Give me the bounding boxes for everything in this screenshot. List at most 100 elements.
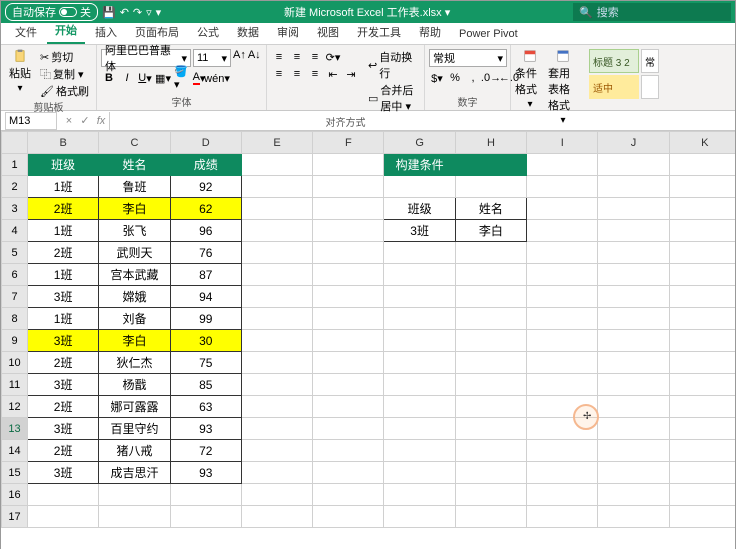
cell-G16[interactable] xyxy=(384,484,455,506)
cell-E6[interactable] xyxy=(241,264,312,286)
cell-I7[interactable] xyxy=(527,286,598,308)
indent-increase-icon[interactable]: ⇥ xyxy=(343,66,359,82)
cell-B5[interactable]: 2班 xyxy=(28,242,99,264)
row-header-9[interactable]: 9 xyxy=(2,330,28,352)
cell-G4[interactable]: 3班 xyxy=(384,220,455,242)
cell-D6[interactable]: 87 xyxy=(170,264,241,286)
cell-B16[interactable] xyxy=(28,484,99,506)
cell-E4[interactable] xyxy=(241,220,312,242)
cell-I14[interactable] xyxy=(527,440,598,462)
cell-C14[interactable]: 猪八戒 xyxy=(99,440,170,462)
cell-I10[interactable] xyxy=(527,352,598,374)
cell-D5[interactable]: 76 xyxy=(170,242,241,264)
cell-C16[interactable] xyxy=(99,484,170,506)
cell-H10[interactable] xyxy=(455,352,526,374)
cell-H7[interactable] xyxy=(455,286,526,308)
cell-H1[interactable] xyxy=(455,154,526,176)
cell-K6[interactable] xyxy=(669,264,735,286)
row-header-8[interactable]: 8 xyxy=(2,308,28,330)
cell-D14[interactable]: 72 xyxy=(170,440,241,462)
column-header-B[interactable]: B xyxy=(28,132,99,154)
cell-F7[interactable] xyxy=(313,286,384,308)
row-header-3[interactable]: 3 xyxy=(2,198,28,220)
format-painter-button[interactable]: 🖌 格式刷 xyxy=(38,83,91,99)
cell-F15[interactable] xyxy=(313,462,384,484)
cell-B7[interactable]: 3班 xyxy=(28,286,99,308)
cell-K3[interactable] xyxy=(669,198,735,220)
decrease-font-icon[interactable]: A↓ xyxy=(248,49,261,67)
tab-数据[interactable]: 数据 xyxy=(229,20,267,44)
column-header-D[interactable]: D xyxy=(170,132,241,154)
row-header-2[interactable]: 2 xyxy=(2,176,28,198)
cell-C10[interactable]: 狄仁杰 xyxy=(99,352,170,374)
cell-D12[interactable]: 63 xyxy=(170,396,241,418)
cell-E15[interactable] xyxy=(241,462,312,484)
cell-G7[interactable] xyxy=(384,286,455,308)
redo-icon[interactable]: ↷ xyxy=(133,6,142,19)
cell-J3[interactable] xyxy=(598,198,669,220)
cell-B4[interactable]: 1班 xyxy=(28,220,99,242)
cell-J5[interactable] xyxy=(598,242,669,264)
style-more[interactable] xyxy=(641,75,659,99)
cell-J6[interactable] xyxy=(598,264,669,286)
cell-F9[interactable] xyxy=(313,330,384,352)
undo-icon[interactable]: ↶ xyxy=(120,6,129,19)
align-center-icon[interactable]: ≡ xyxy=(289,66,305,82)
merge-center-button[interactable]: ▭ 合并后居中 ▾ xyxy=(366,82,420,114)
column-header-K[interactable]: K xyxy=(669,132,735,154)
cell-E5[interactable] xyxy=(241,242,312,264)
cell-F12[interactable] xyxy=(313,396,384,418)
cell-K11[interactable] xyxy=(669,374,735,396)
cell-H14[interactable] xyxy=(455,440,526,462)
number-format-dropdown[interactable]: 常规▾ xyxy=(429,49,507,67)
cell-H6[interactable] xyxy=(455,264,526,286)
cell-G17[interactable] xyxy=(384,506,455,528)
align-top-icon[interactable]: ≡ xyxy=(271,49,287,65)
cell-J14[interactable] xyxy=(598,440,669,462)
row-header-15[interactable]: 15 xyxy=(2,462,28,484)
cell-C1[interactable]: 姓名 xyxy=(99,154,170,176)
cell-F17[interactable] xyxy=(313,506,384,528)
cell-H9[interactable] xyxy=(455,330,526,352)
cell-G10[interactable] xyxy=(384,352,455,374)
cell-C15[interactable]: 成吉思汗 xyxy=(99,462,170,484)
cell-E2[interactable] xyxy=(241,176,312,198)
cell-F3[interactable] xyxy=(313,198,384,220)
cell-B11[interactable]: 3班 xyxy=(28,374,99,396)
row-header-12[interactable]: 12 xyxy=(2,396,28,418)
cell-D10[interactable]: 75 xyxy=(170,352,241,374)
sort-icon[interactable]: ▿ xyxy=(146,6,152,19)
cell-I8[interactable] xyxy=(527,308,598,330)
cell-G11[interactable] xyxy=(384,374,455,396)
cell-B12[interactable]: 2班 xyxy=(28,396,99,418)
phonetic-button[interactable]: wén▾ xyxy=(209,70,225,86)
column-header-J[interactable]: J xyxy=(598,132,669,154)
cell-C2[interactable]: 鲁班 xyxy=(99,176,170,198)
row-header-13[interactable]: 13 xyxy=(2,418,28,440)
font-size-dropdown[interactable]: 11▾ xyxy=(193,49,231,67)
cell-J9[interactable] xyxy=(598,330,669,352)
cell-B2[interactable]: 1班 xyxy=(28,176,99,198)
cell-F4[interactable] xyxy=(313,220,384,242)
cell-E16[interactable] xyxy=(241,484,312,506)
cell-H3[interactable]: 姓名 xyxy=(455,198,526,220)
wrap-text-button[interactable]: ↩ 自动换行 xyxy=(366,49,420,81)
cell-C6[interactable]: 宫本武藏 xyxy=(99,264,170,286)
cell-H15[interactable] xyxy=(455,462,526,484)
style-neutral[interactable]: 适中 xyxy=(589,75,639,99)
cell-D8[interactable]: 99 xyxy=(170,308,241,330)
cell-I15[interactable] xyxy=(527,462,598,484)
cell-D17[interactable] xyxy=(170,506,241,528)
cell-D3[interactable]: 62 xyxy=(170,198,241,220)
cell-J10[interactable] xyxy=(598,352,669,374)
name-box[interactable]: M13 xyxy=(5,112,57,130)
cell-G2[interactable] xyxy=(384,176,455,198)
cell-E1[interactable] xyxy=(241,154,312,176)
row-header-7[interactable]: 7 xyxy=(2,286,28,308)
cell-K8[interactable] xyxy=(669,308,735,330)
cell-H2[interactable] xyxy=(455,176,526,198)
align-middle-icon[interactable]: ≡ xyxy=(289,49,305,65)
cell-I11[interactable] xyxy=(527,374,598,396)
cell-H11[interactable] xyxy=(455,374,526,396)
cell-J1[interactable] xyxy=(598,154,669,176)
